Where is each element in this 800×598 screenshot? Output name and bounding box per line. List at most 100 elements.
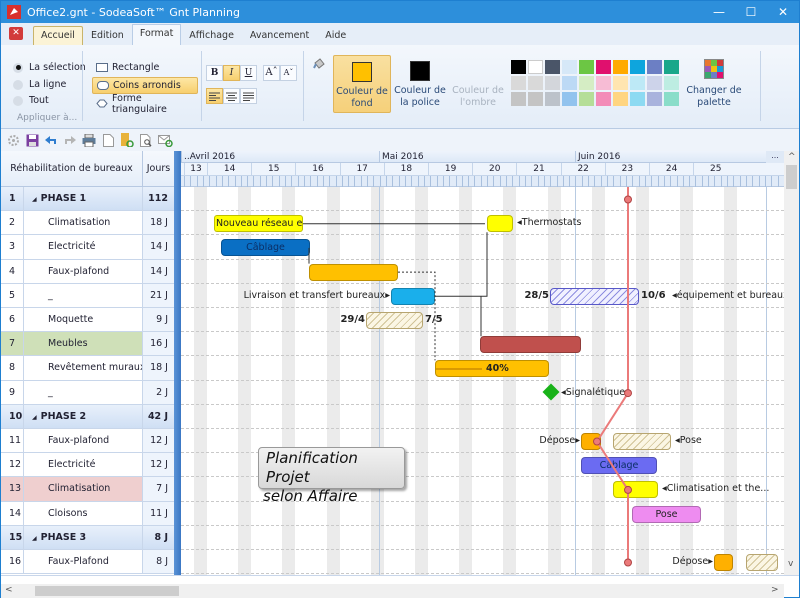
- gantt-bar[interactable]: [550, 287, 639, 305]
- gantt-bar[interactable]: [714, 554, 733, 571]
- palette-color-swatch[interactable]: [579, 60, 594, 74]
- apply-all-radio[interactable]: Tout: [13, 95, 49, 106]
- palette-color-swatch[interactable]: [579, 92, 594, 106]
- palette-color-swatch[interactable]: [562, 76, 577, 90]
- task-row[interactable]: 7 Meubles 16 J: [1, 332, 174, 357]
- palette-color-swatch[interactable]: [511, 92, 526, 106]
- gantt-bar[interactable]: [480, 336, 581, 354]
- task-name[interactable]: Electricité: [24, 453, 143, 477]
- close-document-icon[interactable]: ✕: [9, 27, 23, 40]
- palette-color-swatch[interactable]: [596, 60, 611, 74]
- undo-icon[interactable]: [43, 132, 59, 148]
- palette-color-swatch[interactable]: [613, 76, 628, 90]
- task-name[interactable]: _: [24, 283, 143, 307]
- phase-row[interactable]: 15 ◢ PHASE 38 J: [1, 525, 174, 550]
- column-header-name[interactable]: Réhabilitation de bureaux: [1, 151, 143, 187]
- scroll-up-icon[interactable]: ^: [788, 152, 796, 162]
- palette-color-swatch[interactable]: [647, 76, 662, 90]
- task-name[interactable]: ◢ PHASE 2: [24, 404, 143, 428]
- vertical-scroll-thumb[interactable]: [786, 165, 797, 189]
- palette-color-swatch[interactable]: [596, 92, 611, 106]
- collapse-icon[interactable]: ◢: [32, 196, 37, 203]
- task-row[interactable]: 6 Moquette 9 J: [1, 308, 174, 333]
- collapse-icon[interactable]: ◢: [32, 535, 37, 542]
- grow-font-button[interactable]: Aˆ: [263, 65, 280, 81]
- palette-color-swatch[interactable]: [630, 60, 645, 74]
- change-palette-button[interactable]: Changer de palette: [685, 55, 743, 113]
- new-document-icon[interactable]: [100, 132, 116, 148]
- task-row[interactable]: 11 Faux-plafond 12 J: [1, 429, 174, 454]
- apply-line-radio[interactable]: La ligne: [13, 79, 66, 90]
- task-row[interactable]: 9 _ 2 J: [1, 380, 174, 405]
- task-row[interactable]: 2 Climatisation 18 J: [1, 211, 174, 236]
- task-name[interactable]: Faux-plafond: [24, 429, 143, 453]
- phase-row[interactable]: 10 ◢ PHASE 2 42 J: [1, 404, 174, 429]
- italic-button[interactable]: I: [223, 65, 240, 81]
- palette-color-swatch[interactable]: [545, 76, 560, 90]
- shrink-font-button[interactable]: Aˇ: [280, 65, 297, 81]
- task-row[interactable]: 13 Climatisation 7 J: [1, 477, 174, 502]
- tab-edition[interactable]: Edition: [83, 26, 132, 45]
- task-row[interactable]: 5 _ 21 J: [1, 283, 174, 308]
- close-button[interactable]: ✕: [767, 1, 799, 23]
- timeline-more-button[interactable]: ...: [766, 151, 784, 163]
- open-folder-icon[interactable]: [119, 132, 135, 148]
- bold-button[interactable]: B: [206, 65, 223, 81]
- task-name[interactable]: ◢ PHASE 3: [24, 525, 143, 549]
- palette-color-swatch[interactable]: [647, 60, 662, 74]
- annotation-note[interactable]: Planification Projet selon Affaire: [258, 447, 405, 505]
- task-name[interactable]: ◢ PHASE 1: [24, 187, 143, 211]
- palette-color-swatch[interactable]: [630, 92, 645, 106]
- palette-color-swatch[interactable]: [664, 60, 679, 74]
- palette-color-swatch[interactable]: [562, 92, 577, 106]
- task-row[interactable]: 3 Electricité 14 J: [1, 235, 174, 260]
- task-name[interactable]: Cloisons: [24, 501, 143, 525]
- background-color-button[interactable]: Couleur de fond: [333, 55, 391, 113]
- shape-rounded-button[interactable]: Coins arrondis: [92, 77, 198, 94]
- task-name[interactable]: Climatisation: [24, 211, 143, 235]
- gantt-bar[interactable]: Nouveau réseau e...: [214, 215, 303, 233]
- palette-color-swatch[interactable]: [613, 60, 628, 74]
- task-name[interactable]: Faux-plafond: [24, 259, 143, 283]
- gantt-bar[interactable]: Câblage: [581, 457, 657, 475]
- shadow-color-button[interactable]: Couleur de l'ombre: [449, 55, 507, 113]
- task-row[interactable]: 4 Faux-plafond 14 J: [1, 259, 174, 284]
- tab-format[interactable]: Format: [131, 24, 182, 45]
- gantt-bar[interactable]: 40%: [435, 360, 549, 378]
- collapse-icon[interactable]: ◢: [32, 414, 37, 421]
- save-icon[interactable]: [24, 132, 40, 148]
- minimize-button[interactable]: —: [703, 1, 735, 23]
- palette-color-swatch[interactable]: [545, 92, 560, 106]
- horizontal-scrollbar[interactable]: < >: [1, 584, 784, 598]
- task-name[interactable]: Climatisation: [24, 477, 143, 501]
- palette-color-swatch[interactable]: [511, 60, 526, 74]
- task-name[interactable]: Revêtement muraux: [24, 356, 143, 380]
- email-icon[interactable]: [157, 132, 173, 148]
- align-center-button[interactable]: [223, 88, 240, 104]
- scroll-down-icon[interactable]: v: [788, 559, 793, 569]
- palette-color-swatch[interactable]: [511, 76, 526, 90]
- palette-color-swatch[interactable]: [613, 92, 628, 106]
- column-header-days[interactable]: Jours: [143, 151, 174, 187]
- task-name[interactable]: Moquette: [24, 308, 143, 332]
- palette-color-swatch[interactable]: [528, 76, 543, 90]
- task-name[interactable]: _: [24, 380, 143, 404]
- task-name[interactable]: Electricité: [24, 235, 143, 259]
- tab-avancement[interactable]: Avancement: [242, 26, 317, 45]
- task-row[interactable]: 16 Faux-Plafond 8 J: [1, 550, 174, 575]
- gantt-bar[interactable]: [746, 554, 778, 571]
- gantt-bar[interactable]: [366, 312, 423, 329]
- task-row[interactable]: 14 Cloisons 11 J: [1, 501, 174, 526]
- gantt-bar[interactable]: [613, 433, 671, 450]
- palette-color-swatch[interactable]: [528, 92, 543, 106]
- underline-button[interactable]: U: [240, 65, 257, 81]
- gantt-bar[interactable]: [581, 433, 601, 450]
- palette-color-swatch[interactable]: [528, 60, 543, 74]
- scroll-left-icon[interactable]: <: [5, 585, 13, 595]
- palette-color-swatch[interactable]: [579, 76, 594, 90]
- font-color-button[interactable]: Couleur de la police: [391, 55, 449, 113]
- tab-aide[interactable]: Aide: [317, 26, 354, 45]
- align-right-button[interactable]: [240, 88, 257, 104]
- vertical-scrollbar[interactable]: ^ v: [784, 151, 799, 575]
- gantt-bar[interactable]: [487, 215, 513, 233]
